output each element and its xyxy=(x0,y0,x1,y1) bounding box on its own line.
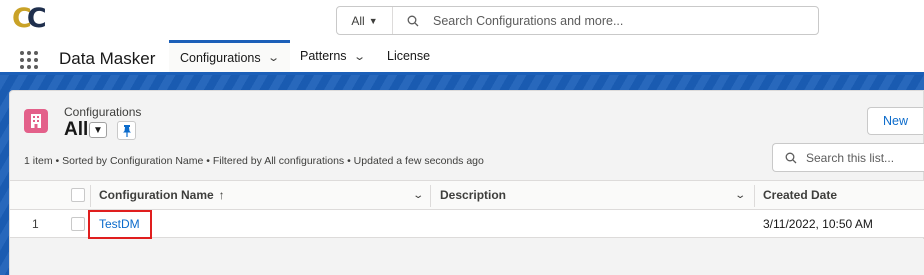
chevron-down-icon[interactable]: ⌄ xyxy=(734,181,746,209)
column-header-created-date[interactable]: Created Date xyxy=(763,181,837,209)
object-label: Configurations xyxy=(64,105,142,119)
logo-letter-2: C xyxy=(26,3,47,34)
global-header: CC All ▼ Search Configurations and more.… xyxy=(0,0,924,40)
tab-patterns[interactable]: Patterns ⌄ xyxy=(300,40,370,72)
search-scope-label: All xyxy=(351,13,365,28)
column-divider xyxy=(754,185,755,207)
column-header-description[interactable]: Description xyxy=(440,181,506,209)
column-label: Configuration Name xyxy=(99,188,214,202)
chevron-down-icon[interactable]: ⌄ xyxy=(412,181,424,209)
column-header-configuration-name[interactable]: Configuration Name ↑ xyxy=(99,181,225,209)
chevron-down-icon[interactable]: ⌄ xyxy=(353,50,366,63)
sort-ascending-icon: ↑ xyxy=(218,188,225,202)
row-number: 1 xyxy=(32,216,39,231)
tab-label: Configurations xyxy=(180,50,261,65)
new-button[interactable]: New xyxy=(867,107,923,135)
global-search-input[interactable]: Search Configurations and more... xyxy=(433,14,623,28)
search-scope-dropdown[interactable]: All ▼ xyxy=(337,7,393,34)
list-view-card: Configurations All ▼ New 1 item • Sorted… xyxy=(9,90,924,275)
column-divider xyxy=(430,185,431,207)
search-icon xyxy=(785,152,797,164)
table-empty-area xyxy=(10,239,924,275)
caret-down-icon: ▼ xyxy=(368,15,378,26)
row-checkbox[interactable] xyxy=(71,210,85,237)
column-label: Description xyxy=(440,188,507,202)
column-divider xyxy=(90,185,91,207)
highlight-annotation xyxy=(88,210,152,239)
tab-license[interactable]: License xyxy=(387,40,437,72)
app-logo[interactable]: CC xyxy=(12,5,50,33)
global-search: All ▼ Search Configurations and more... xyxy=(336,6,819,35)
pin-icon xyxy=(122,124,131,137)
list-view-info: 1 item • Sorted by Configuration Name • … xyxy=(24,155,484,167)
table-header: Configuration Name ↑ ⌄ Description ⌄ Cre… xyxy=(10,180,924,210)
column-label: Created Date xyxy=(763,188,838,202)
created-date-cell: 3/11/2022, 10:50 AM xyxy=(763,216,873,231)
tab-label: License xyxy=(387,49,431,63)
select-all-checkbox[interactable] xyxy=(71,181,85,209)
list-view-picker[interactable]: ▼ xyxy=(89,122,107,138)
chevron-down-icon[interactable]: ⌄ xyxy=(267,51,280,64)
pin-button[interactable] xyxy=(117,121,136,140)
caret-down-icon: ▼ xyxy=(93,124,103,136)
app-launcher-icon[interactable] xyxy=(20,51,38,69)
app-name: Data Masker xyxy=(59,49,156,68)
logo-letter-1: C xyxy=(12,3,32,34)
list-search-input[interactable]: Search this list... xyxy=(806,151,894,165)
tab-configurations[interactable]: Configurations ⌄ xyxy=(169,40,290,72)
list-search: Search this list... xyxy=(772,143,924,172)
tab-label: Patterns xyxy=(300,49,347,63)
list-view-name[interactable]: All xyxy=(64,119,88,141)
app-nav-bar: Data Masker Configurations ⌄ Patterns ⌄ … xyxy=(0,40,924,75)
object-icon xyxy=(24,109,48,133)
search-icon xyxy=(407,15,419,27)
